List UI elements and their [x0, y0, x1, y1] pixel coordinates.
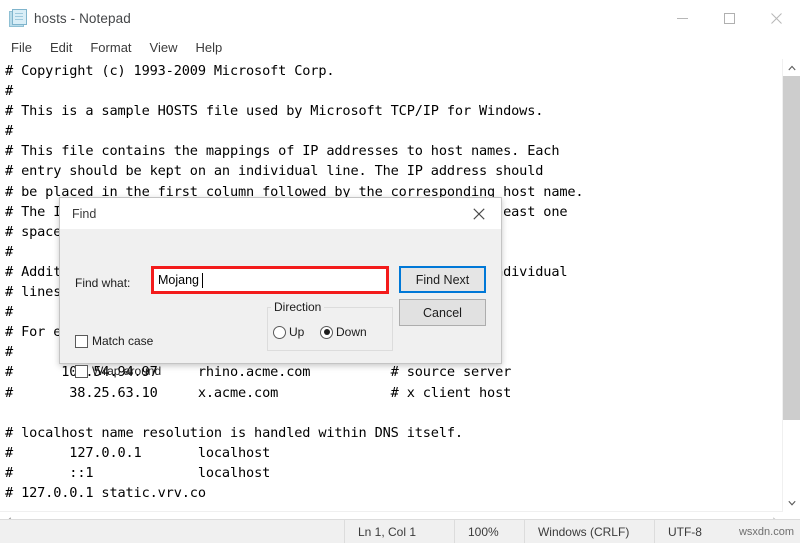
radio-circle-selected-icon [320, 325, 333, 339]
window-controls [659, 0, 800, 36]
find-what-label: Find what: [75, 276, 131, 290]
chevron-up-icon[interactable] [783, 59, 800, 76]
checkbox-icon [75, 364, 88, 378]
radio-direction-up[interactable]: Up [273, 325, 304, 339]
text-caret [202, 272, 203, 288]
cancel-button[interactable]: Cancel [399, 299, 486, 326]
menu-item-format[interactable]: Format [81, 38, 140, 58]
chevron-down-icon[interactable] [783, 494, 800, 511]
menu-bar: File Edit Format View Help [0, 36, 800, 60]
radio-circle-icon [273, 325, 286, 339]
menu-item-view[interactable]: View [141, 38, 187, 58]
find-dialog-title-bar: Find [60, 198, 501, 229]
status-line-ending: Windows (CRLF) [523, 520, 654, 543]
find-dialog: Find Find what: Mojang Find Next Cancel … [59, 197, 502, 378]
title-bar: hosts - Notepad [0, 0, 800, 36]
wrap-around-label: Wrap around [92, 364, 162, 378]
close-icon[interactable] [753, 0, 800, 36]
find-next-button[interactable]: Find Next [399, 266, 486, 293]
checkbox-wrap-around[interactable]: Wrap around [75, 364, 161, 378]
status-cursor-position: Ln 1, Col 1 [343, 520, 454, 543]
find-what-value: Mojang [158, 273, 199, 287]
radio-direction-down[interactable]: Down [320, 325, 367, 339]
menu-item-edit[interactable]: Edit [41, 38, 81, 58]
minimize-icon[interactable] [659, 0, 706, 36]
watermark-text: wsxdn.com [738, 526, 794, 538]
vertical-scrollbar[interactable] [782, 59, 800, 511]
status-bar: Ln 1, Col 1 100% Windows (CRLF) UTF-8 ws… [0, 519, 800, 543]
radio-down-label: Down [336, 325, 367, 339]
find-what-input[interactable]: Mojang [154, 269, 386, 291]
checkbox-icon [75, 334, 88, 348]
match-case-label: Match case [92, 334, 154, 348]
menu-item-help[interactable]: Help [186, 38, 231, 58]
status-encoding: UTF-8 [653, 520, 739, 543]
find-what-highlight: Mojang [151, 266, 389, 294]
find-dialog-body: Find what: Mojang Find Next Cancel Direc… [60, 229, 501, 378]
maximize-icon[interactable] [706, 0, 753, 36]
menu-item-file[interactable]: File [2, 38, 41, 58]
vertical-scroll-thumb[interactable] [783, 76, 800, 420]
radio-up-label: Up [289, 325, 305, 339]
direction-group-label: Direction [271, 300, 325, 314]
vertical-scroll-track[interactable] [783, 76, 800, 494]
find-dialog-title: Find [72, 206, 97, 221]
status-zoom-level[interactable]: 100% [453, 520, 524, 543]
notepad-window: hosts - Notepad File Edit Format View He… [0, 0, 800, 543]
checkbox-match-case[interactable]: Match case [75, 334, 153, 348]
close-icon[interactable] [457, 198, 501, 229]
notepad-icon [8, 9, 27, 27]
window-title: hosts - Notepad [34, 10, 131, 26]
